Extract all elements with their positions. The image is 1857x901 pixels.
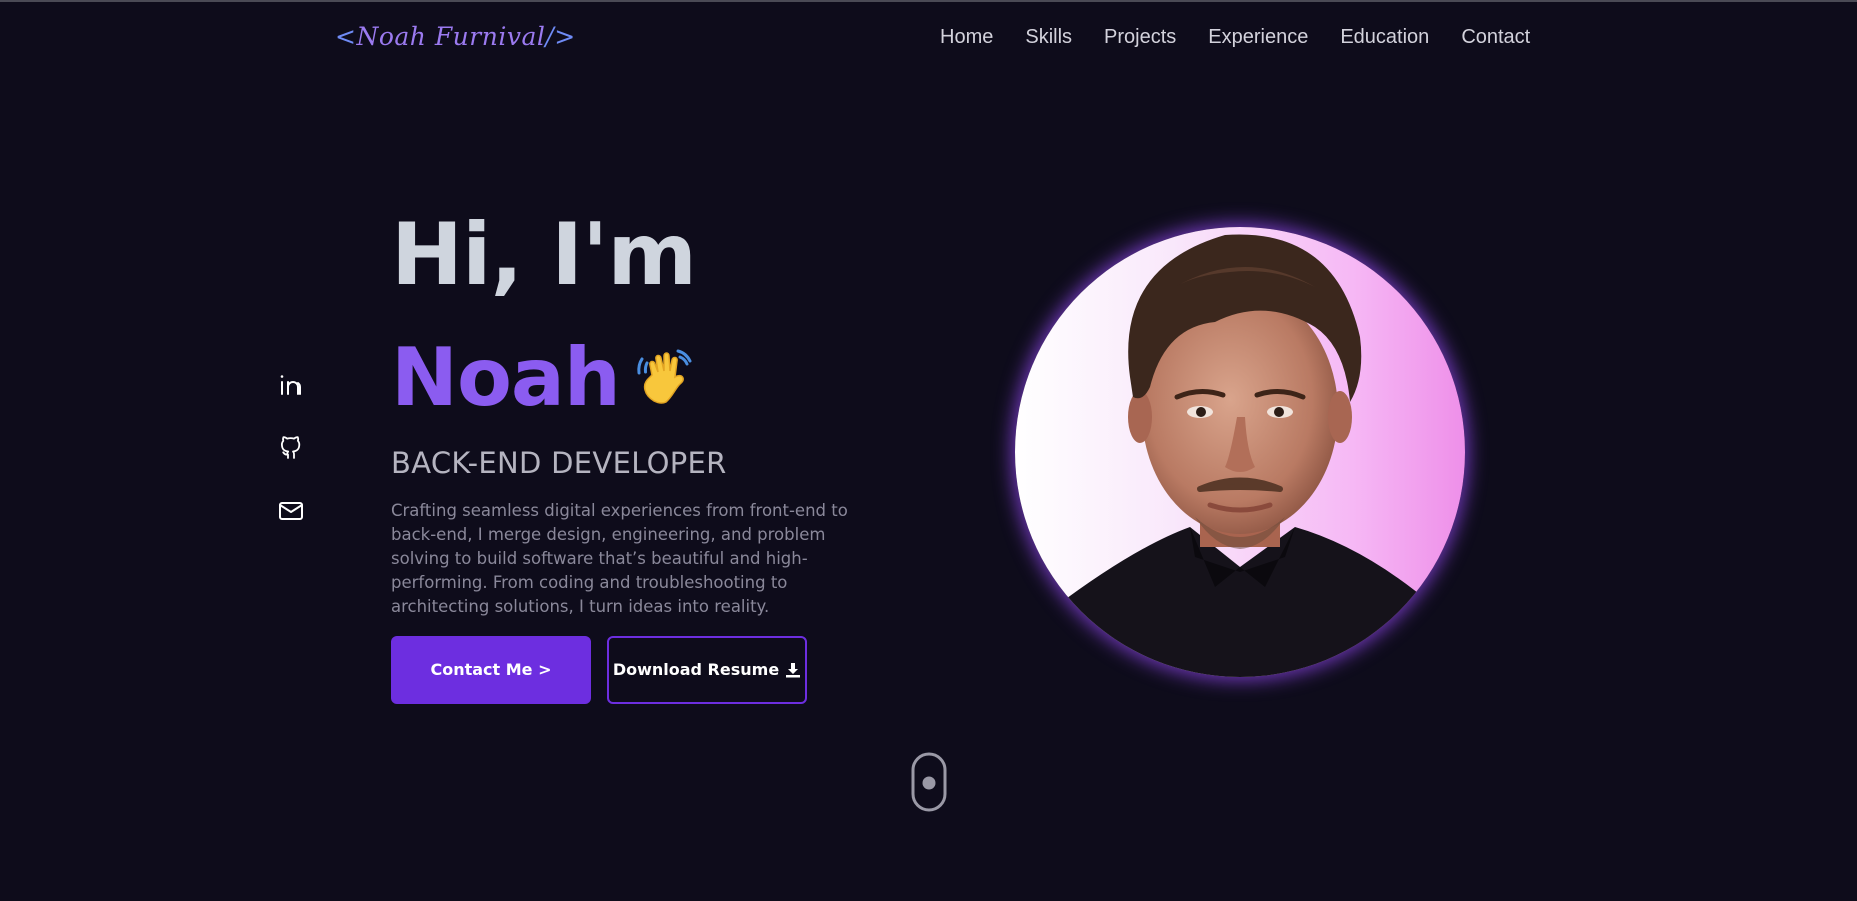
github-icon[interactable] — [278, 435, 304, 461]
top-border — [0, 0, 1857, 2]
nav-education[interactable]: Education — [1340, 26, 1429, 49]
logo-bracket-close: /> — [545, 22, 576, 51]
social-links — [278, 372, 304, 524]
main-nav: Home Skills Projects Experience Educatio… — [940, 26, 1562, 49]
mail-icon[interactable] — [278, 498, 304, 524]
hero-name-row: Noah — [391, 330, 851, 424]
nav-skills[interactable]: Skills — [1025, 26, 1072, 49]
nav-home[interactable]: Home — [940, 26, 993, 49]
logo-bracket-open: < — [335, 22, 357, 51]
nav-projects[interactable]: Projects — [1104, 26, 1176, 49]
profile-photo-illustration — [1015, 227, 1465, 677]
download-resume-button[interactable]: Download Resume — [607, 635, 807, 704]
waving-hand-icon — [637, 349, 692, 404]
hero-intro: Hi, I'm Noah BACK-END DEVELOPER Crafting… — [391, 208, 851, 704]
hero-name: Noah — [391, 330, 621, 424]
profile-photo — [1015, 227, 1465, 677]
nav-experience[interactable]: Experience — [1208, 26, 1308, 49]
mouse-scroll-icon[interactable] — [911, 752, 947, 812]
linkedin-icon[interactable] — [278, 372, 304, 398]
hero-greeting: Hi, I'm — [391, 205, 697, 305]
hero-actions: Contact Me > Download Resume — [391, 635, 851, 704]
site-logo[interactable]: <Noah Furnival/> — [335, 22, 576, 51]
logo-name: Noah Furnival — [356, 22, 546, 51]
contact-me-button[interactable]: Contact Me > — [391, 635, 591, 704]
contact-me-label: Contact Me > — [430, 660, 552, 679]
hero-role: BACK-END DEVELOPER — [391, 446, 727, 480]
download-icon — [786, 662, 801, 677]
hero-description: Crafting seamless digital experiences fr… — [391, 501, 848, 616]
nav-contact[interactable]: Contact — [1461, 26, 1530, 49]
download-resume-label: Download Resume — [612, 660, 780, 679]
